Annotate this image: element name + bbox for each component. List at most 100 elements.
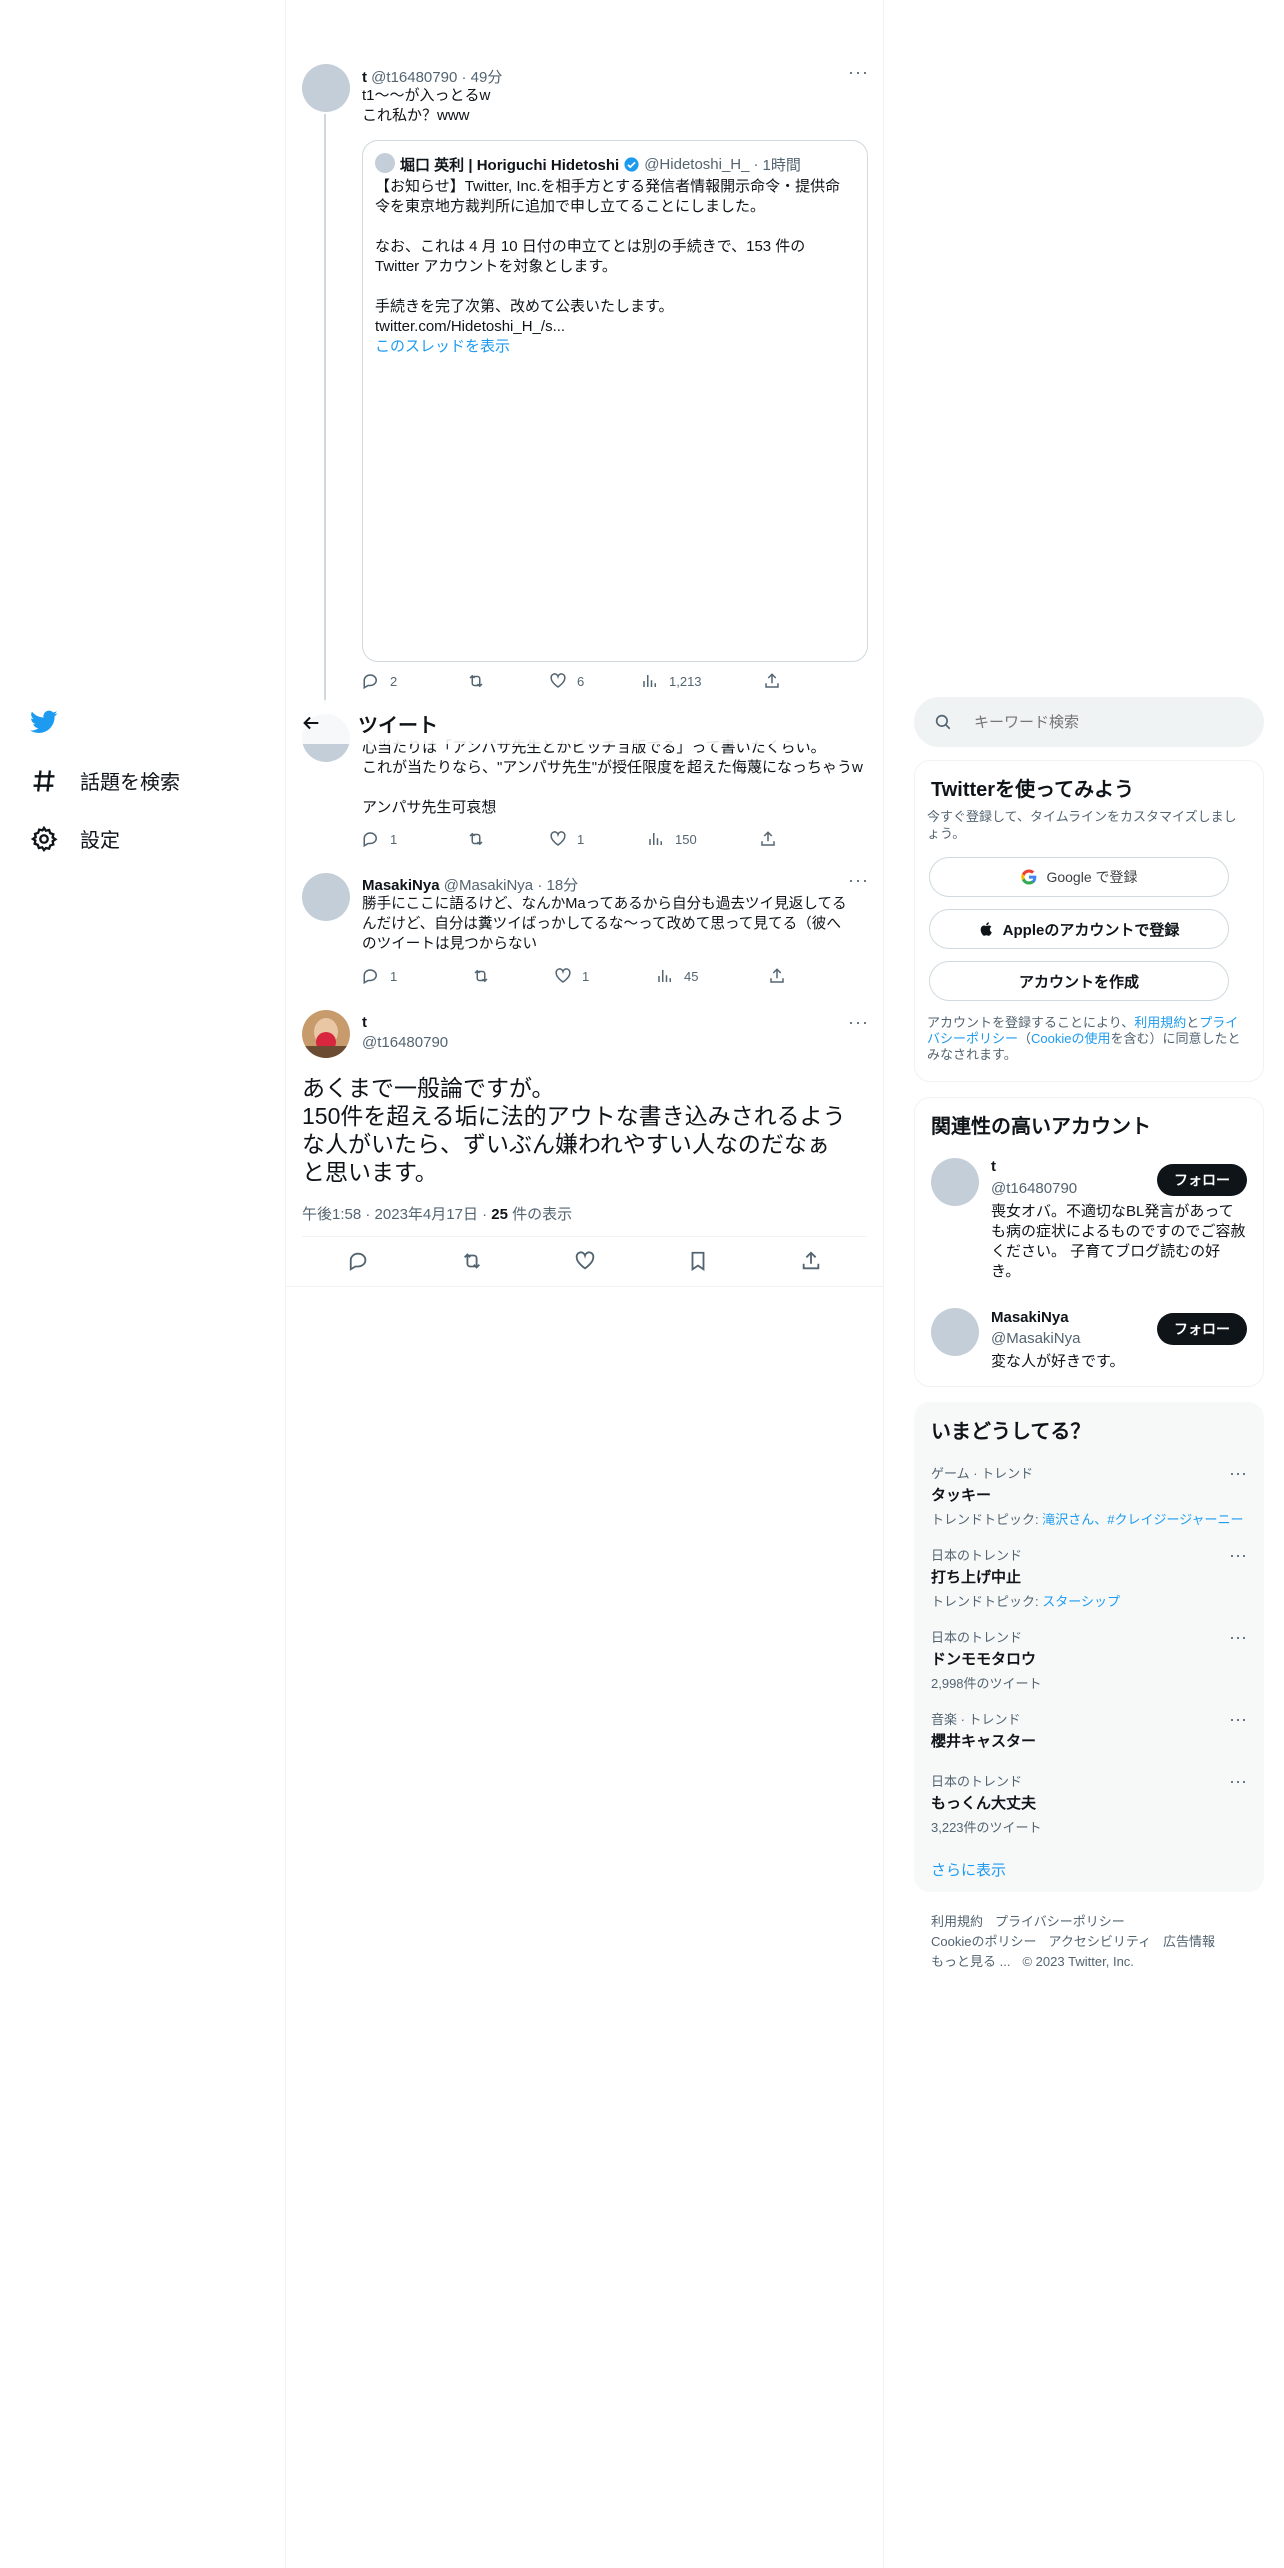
main-tweet-text: あくまで一般論ですが。 150件を超える垢に法的アウトな書き込みされるよう な人… xyxy=(302,1075,846,1185)
bookmark-icon[interactable] xyxy=(687,1250,709,1272)
more-options-icon[interactable]: ··· xyxy=(1229,1709,1247,1730)
tweet-time[interactable]: 18分 xyxy=(547,877,579,894)
author-name[interactable]: t xyxy=(362,69,367,86)
retweet-icon[interactable] xyxy=(461,1250,483,1272)
analytics-icon xyxy=(643,675,656,687)
retweet-button[interactable] xyxy=(472,967,554,985)
share-button[interactable] xyxy=(768,967,786,985)
privacy-link[interactable]: プライ xyxy=(1199,1015,1238,1030)
avatar[interactable] xyxy=(931,1158,979,1206)
main-tweet-author-handle[interactable]: @t16480790 xyxy=(362,1034,448,1051)
tweet-header: t @t16480790 · 49分 xyxy=(362,69,503,86)
trend-item[interactable]: ゲーム · トレンド タッキー トレンドトピック: 滝沢さん、#クレイジージャー… xyxy=(931,1463,1244,1528)
page-title: ツイート xyxy=(358,715,438,737)
follow-button[interactable]: フォロー xyxy=(1157,1313,1247,1345)
search-box[interactable] xyxy=(914,697,1264,747)
more-options-icon[interactable]: ··· xyxy=(848,1012,869,1033)
account-handle[interactable]: @t16480790 xyxy=(991,1180,1077,1197)
main-tweet-meta: 午後1:58 · 2023年4月17日 · 25 件の表示 xyxy=(302,1206,573,1223)
trend-item[interactable]: 日本のトレンド ドンモモタロウ 2,998件のツイート xyxy=(931,1627,1042,1692)
right-column-border xyxy=(883,0,884,2568)
more-options-icon[interactable]: ··· xyxy=(848,870,869,891)
trends-title: いまどうしてる？ xyxy=(931,1421,1091,1443)
heart-icon xyxy=(550,673,566,688)
google-signup-button[interactable]: Google で登録 xyxy=(929,857,1229,897)
share-icon xyxy=(761,831,775,846)
like-button[interactable]: 1 xyxy=(549,830,647,848)
signup-desc: 今すぐ登録して、タイムラインをカスタマイズしまし ょう。 xyxy=(927,809,1237,841)
nav-explore[interactable]: 話題を検索 xyxy=(30,766,180,795)
create-account-button[interactable]: アカウントを作成 xyxy=(929,961,1229,1001)
heart-icon xyxy=(550,831,566,846)
retweet-button[interactable] xyxy=(467,672,549,690)
share-icon[interactable] xyxy=(800,1250,822,1272)
search-input[interactable] xyxy=(974,713,1224,731)
apple-signup-button[interactable]: Appleのアカウントで登録 xyxy=(929,909,1229,949)
share-icon xyxy=(765,673,779,688)
tweet-time[interactable]: 49分 xyxy=(471,69,503,86)
more-options-icon[interactable]: ··· xyxy=(848,62,869,83)
footer-link[interactable]: 利用規約 xyxy=(931,1914,983,1929)
reply-icon[interactable] xyxy=(348,1250,370,1272)
reply-button[interactable]: 2 xyxy=(362,672,467,690)
cookie-link[interactable]: Cookieの使用 xyxy=(1031,1031,1110,1046)
reply-icon xyxy=(363,969,377,985)
avatar[interactable] xyxy=(302,873,350,921)
author-handle[interactable]: @MasakiNya xyxy=(444,877,533,894)
tweet-actions: 1 1 150 xyxy=(362,830,777,848)
share-icon xyxy=(770,968,784,983)
views-button[interactable]: 45 xyxy=(656,967,768,985)
tweet-actions: 1 1 45 xyxy=(362,967,786,985)
footer-link[interactable]: Cookieのポリシー xyxy=(931,1934,1036,1949)
follow-button[interactable]: フォロー xyxy=(1157,1164,1247,1196)
share-button[interactable] xyxy=(763,672,781,690)
like-button[interactable]: 6 xyxy=(549,672,641,690)
trend-item[interactable]: 日本のトレンド 打ち上げ中止 トレンドトピック: スターシップ xyxy=(931,1545,1120,1610)
create-account-label: アカウントを作成 xyxy=(1018,973,1139,991)
more-options-icon[interactable]: ··· xyxy=(1229,1771,1247,1792)
avatar[interactable] xyxy=(931,1308,979,1356)
hashtag-icon xyxy=(33,769,55,792)
tweet-date[interactable]: 2023年4月17日 xyxy=(375,1206,478,1223)
like-button[interactable]: 1 xyxy=(554,967,656,985)
relevant-title: 関連性の高いアカウント xyxy=(931,1116,1151,1138)
back-arrow-icon[interactable] xyxy=(300,712,322,734)
author-handle[interactable]: @t16480790 xyxy=(371,69,457,86)
views-button[interactable]: 150 xyxy=(647,830,759,848)
footer-link[interactable]: アクセシビリティ xyxy=(1048,1934,1151,1949)
more-options-icon[interactable]: ··· xyxy=(1229,1463,1247,1484)
copyright: © 2023 Twitter, Inc. xyxy=(1022,1954,1134,1969)
nav-settings[interactable]: 設定 xyxy=(30,824,120,853)
nav-explore-label: 話題を検索 xyxy=(80,772,180,794)
reply-button[interactable]: 1 xyxy=(362,967,472,985)
footer-link[interactable]: プライバシーポリシー xyxy=(995,1914,1125,1929)
terms-link[interactable]: 利用規約 xyxy=(1134,1015,1186,1030)
account-name[interactable]: t xyxy=(991,1158,996,1175)
privacy-link-continued[interactable]: バシーポリシー xyxy=(927,1031,1018,1046)
quote-author-handle: @Hidetoshi_H_ xyxy=(644,156,750,173)
author-name[interactable]: MasakiNya xyxy=(362,877,440,894)
quoted-tweet[interactable]: 堀口 英利 | Horiguchi Hidetoshi @Hidetoshi_H… xyxy=(362,140,868,662)
share-button[interactable] xyxy=(759,830,777,848)
retweet-button[interactable] xyxy=(467,830,549,848)
more-options-icon[interactable]: ··· xyxy=(1229,1627,1247,1648)
views-button[interactable]: 1,213 xyxy=(641,672,763,690)
footer-more-link[interactable]: もっと見る ... xyxy=(931,1954,1010,1969)
show-thread-link[interactable]: このスレッドを表示 xyxy=(375,337,861,357)
account-handle[interactable]: @MasakiNya xyxy=(991,1330,1080,1347)
footer-link[interactable]: 広告情報 xyxy=(1163,1934,1215,1949)
main-tweet-avatar[interactable] xyxy=(302,1010,350,1058)
account-name[interactable]: MasakiNya xyxy=(991,1309,1069,1326)
reply-button[interactable]: 1 xyxy=(362,830,467,848)
trend-item[interactable]: 音楽 · トレンド 櫻井キャスター xyxy=(931,1709,1036,1751)
tweet-time[interactable]: 午後1:58 xyxy=(302,1206,361,1223)
main-tweet-author-name[interactable]: t xyxy=(362,1014,367,1031)
show-more-link[interactable]: さらに表示 xyxy=(931,1859,1006,1880)
twitter-logo-icon[interactable] xyxy=(30,708,58,736)
gear-icon xyxy=(30,825,58,852)
left-column-border xyxy=(285,0,286,2568)
heart-icon[interactable] xyxy=(574,1250,596,1272)
trend-item[interactable]: 日本のトレンド もっくん大丈夫 3,223件のツイート xyxy=(931,1771,1042,1836)
avatar[interactable] xyxy=(302,64,350,112)
more-options-icon[interactable]: ··· xyxy=(1229,1545,1247,1566)
